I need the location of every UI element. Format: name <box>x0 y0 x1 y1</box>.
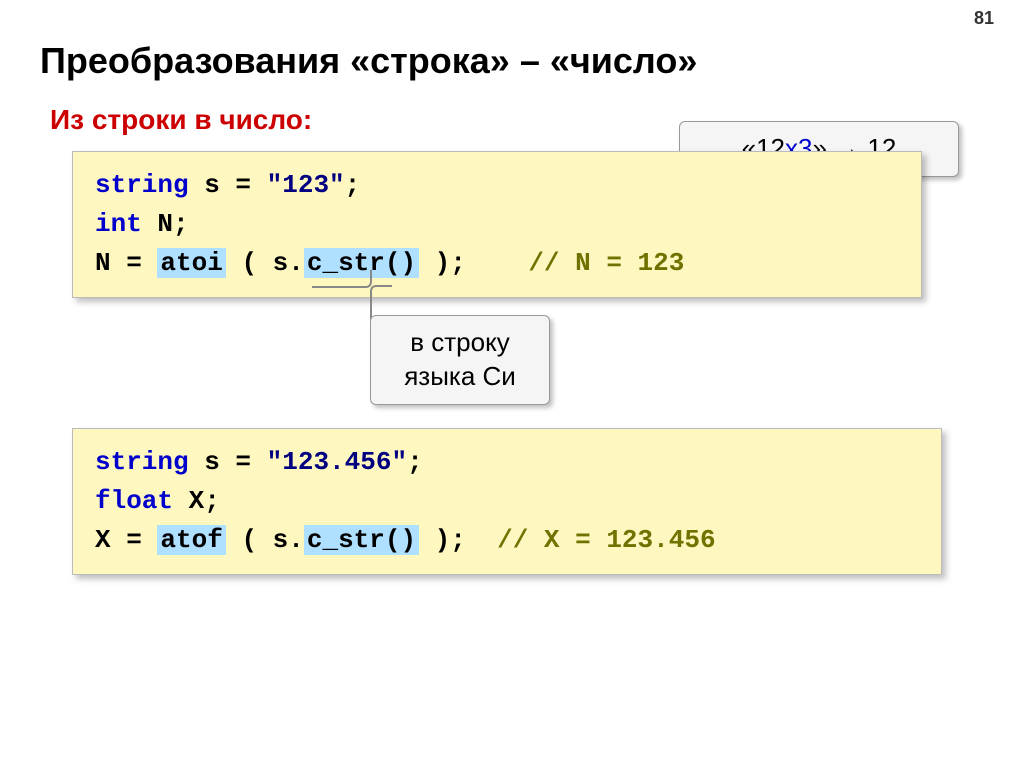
code-line: float X; <box>95 482 921 521</box>
code-text: N; <box>142 209 189 239</box>
keyword: string <box>95 447 189 477</box>
code-text: ; <box>345 170 361 200</box>
keyword: string <box>95 170 189 200</box>
code-text: s = <box>189 447 267 477</box>
code-line: int N; <box>95 205 901 244</box>
code-pad <box>466 248 528 278</box>
code-line: X = atof ( s.c_str() ); // X = 123.456 <box>95 521 921 560</box>
code-text: X = <box>95 525 157 555</box>
code-comment: // X = 123.456 <box>497 525 715 555</box>
code-text: ); <box>419 525 466 555</box>
keyword: int <box>95 209 142 239</box>
code-line: string s = "123"; <box>95 166 901 205</box>
highlighted-fn: atof <box>157 525 225 555</box>
page-number: 81 <box>974 8 994 29</box>
callout-text: языка Си <box>389 360 531 394</box>
highlighted-fn: c_str() <box>304 525 419 555</box>
string-literal: "123" <box>267 170 345 200</box>
code-line: N = atoi ( s.c_str() ); // N = 123 <box>95 244 901 283</box>
callout-text: в строку <box>389 326 531 360</box>
code-text: ; <box>407 447 423 477</box>
string-literal: "123.456" <box>267 447 407 477</box>
code-text: s = <box>189 170 267 200</box>
code-block-2: string s = "123.456"; float X; X = atof … <box>72 428 942 575</box>
code-pad <box>466 525 497 555</box>
code-text: X; <box>173 486 220 516</box>
code-text: ( s. <box>226 525 304 555</box>
code-comment: // N = 123 <box>528 248 684 278</box>
code-text: ); <box>419 248 466 278</box>
keyword: float <box>95 486 173 516</box>
code-block-1: string s = "123"; int N; N = atoi ( s.c_… <box>72 151 922 298</box>
code-line: string s = "123.456"; <box>95 443 921 482</box>
slide-title: Преобразования «строка» – «число» <box>40 40 984 82</box>
connector-line <box>312 270 372 288</box>
code-text: N = <box>95 248 157 278</box>
highlighted-fn: atoi <box>157 248 225 278</box>
code-text: ( s. <box>226 248 304 278</box>
callout-mid: в строку языка Си <box>370 315 550 405</box>
